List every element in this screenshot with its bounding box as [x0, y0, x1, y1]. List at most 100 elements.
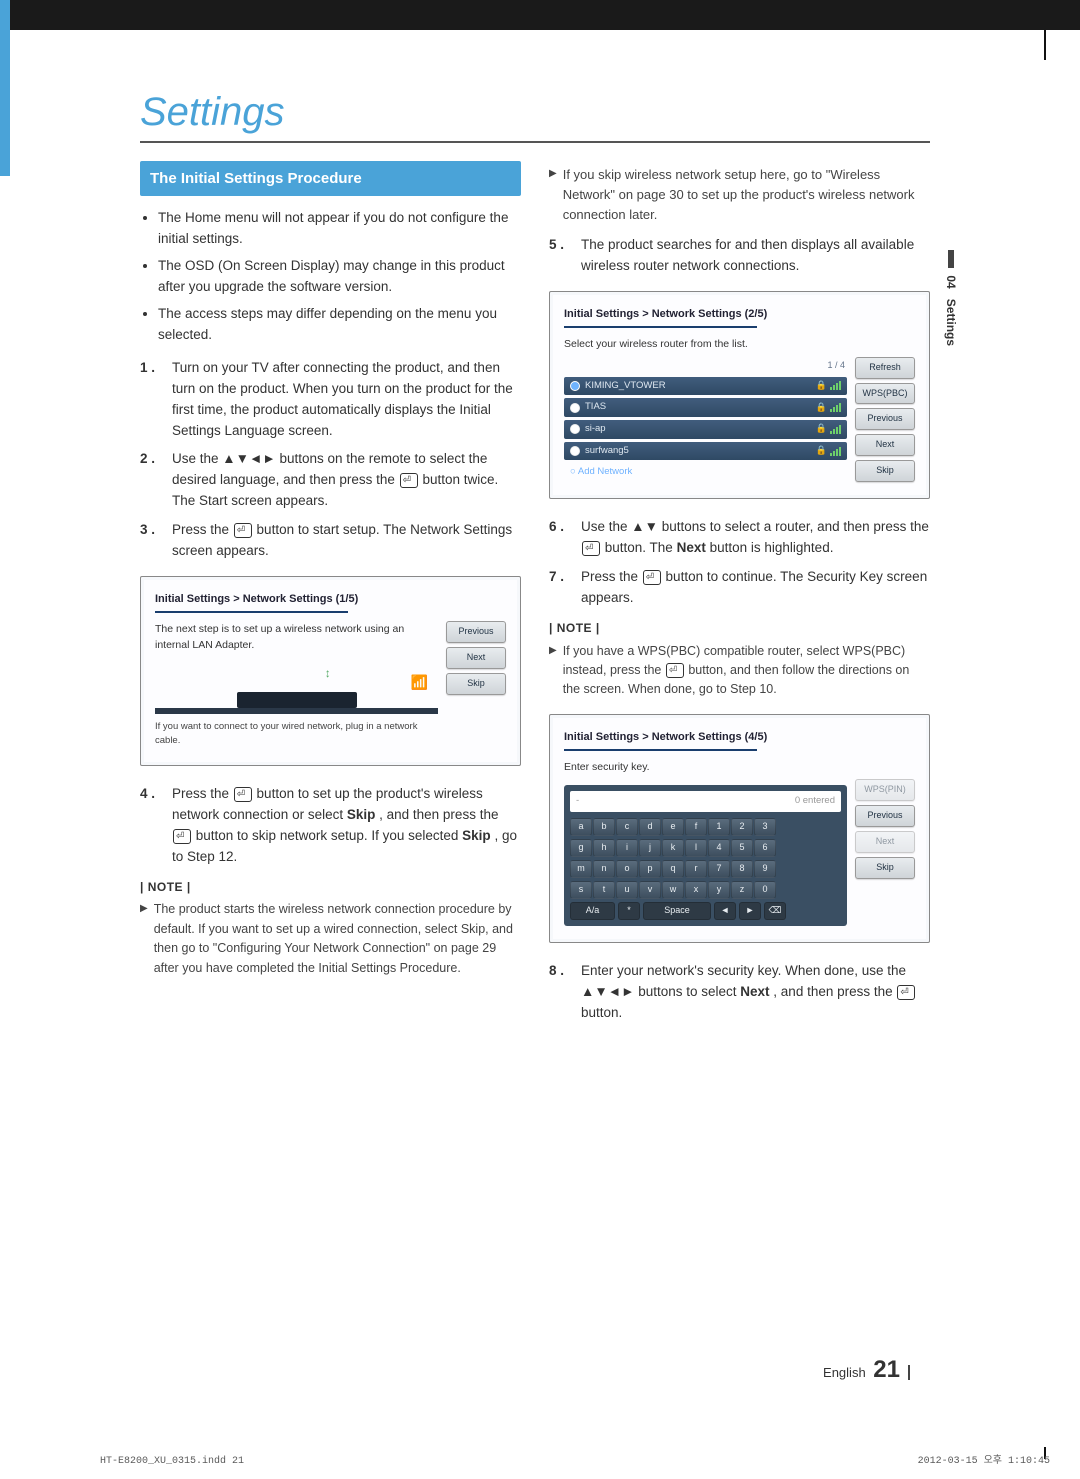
space-key[interactable]: Space — [643, 902, 711, 920]
step-6: 6 . Use the ▲▼ buttons to select a route… — [549, 517, 930, 559]
router-item[interactable]: KIMING_VTOWER 🔒 — [564, 377, 847, 396]
enter-icon — [643, 570, 661, 585]
previous-button[interactable]: Previous — [446, 621, 506, 643]
right-key[interactable]: ► — [739, 902, 761, 920]
key[interactable]: 5 — [731, 839, 753, 857]
page-number: 21 — [873, 1356, 900, 1383]
key[interactable]: u — [616, 881, 638, 899]
pagination-count: 1 / 4 — [566, 359, 845, 373]
key[interactable]: k — [662, 839, 684, 857]
enter-icon — [582, 541, 600, 556]
next-button[interactable]: Next — [446, 647, 506, 669]
key[interactable]: 6 — [754, 839, 776, 857]
previous-button[interactable]: Previous — [855, 805, 915, 827]
key[interactable]: x — [685, 881, 707, 899]
side-tab: 04 Settings — [944, 250, 958, 346]
key[interactable]: 3 — [754, 818, 776, 836]
key[interactable]: l — [685, 839, 707, 857]
key[interactable]: h — [593, 839, 615, 857]
key[interactable]: 1 — [708, 818, 730, 836]
radio-icon — [570, 403, 580, 413]
step-7: 7 . Press the button to continue. The Se… — [549, 567, 930, 609]
osd-breadcrumb: Initial Settings > Network Settings (4/5… — [564, 729, 915, 746]
radio-icon — [570, 381, 580, 391]
crop-mark — [1044, 30, 1046, 60]
accent-bar — [0, 0, 10, 1465]
note-heading: | NOTE | — [549, 619, 930, 638]
key[interactable]: 9 — [754, 860, 776, 878]
key[interactable]: 0 — [754, 881, 776, 899]
key[interactable]: c — [616, 818, 638, 836]
key[interactable]: n — [593, 860, 615, 878]
radio-icon — [570, 446, 580, 456]
signal-icon — [830, 381, 841, 390]
note-item: ▶ If you have a WPS(PBC) compatible rout… — [549, 642, 930, 700]
triangle-bullet-icon: ▶ — [549, 165, 557, 225]
step-8: 8 . Enter your network's security key. W… — [549, 961, 930, 1024]
key[interactable]: 7 — [708, 860, 730, 878]
osd-text: If you want to connect to your wired net… — [155, 720, 438, 749]
delete-key[interactable]: ⌫ — [764, 902, 786, 920]
note-item: ▶ The product starts the wireless networ… — [140, 900, 521, 978]
key[interactable]: t — [593, 881, 615, 899]
refresh-button[interactable]: Refresh — [855, 357, 915, 379]
key[interactable]: j — [639, 839, 661, 857]
wps-pin-button[interactable]: WPS(PIN) — [855, 779, 915, 801]
osd-screenshot-2: Initial Settings > Network Settings (2/5… — [549, 291, 930, 499]
left-key[interactable]: ◄ — [714, 902, 736, 920]
skip-button[interactable]: Skip — [855, 460, 915, 482]
key[interactable]: r — [685, 860, 707, 878]
enter-icon — [897, 985, 915, 1000]
footer-language: English — [823, 1365, 866, 1380]
lock-icon: 🔒 — [816, 379, 827, 393]
key[interactable]: p — [639, 860, 661, 878]
router-item[interactable]: surfwang5 🔒 — [564, 442, 847, 461]
intro-bullet: The Home menu will not appear if you do … — [158, 208, 521, 250]
key[interactable]: i — [616, 839, 638, 857]
skip-button[interactable]: Skip — [855, 857, 915, 879]
key[interactable]: q — [662, 860, 684, 878]
key[interactable]: f — [685, 818, 707, 836]
right-column: ▶ If you skip wireless network setup her… — [549, 161, 930, 1031]
lock-icon: 🔒 — [816, 401, 827, 415]
osd-screenshot-1: Initial Settings > Network Settings (1/5… — [140, 576, 521, 766]
security-key-input[interactable]: - 0 entered — [570, 791, 841, 812]
note-heading: | NOTE | — [140, 878, 521, 897]
skip-button[interactable]: Skip — [446, 673, 506, 695]
key[interactable]: y — [708, 881, 730, 899]
key[interactable]: b — [593, 818, 615, 836]
key[interactable]: 4 — [708, 839, 730, 857]
key[interactable]: v — [639, 881, 661, 899]
section-heading: The Initial Settings Procedure — [140, 161, 521, 196]
key[interactable]: a — [570, 818, 592, 836]
key[interactable]: 8 — [731, 860, 753, 878]
key[interactable]: s — [570, 881, 592, 899]
add-network[interactable]: ○ Add Network — [564, 463, 847, 482]
router-item[interactable]: TIAS 🔒 — [564, 398, 847, 417]
enter-icon — [400, 473, 418, 488]
previous-button[interactable]: Previous — [855, 408, 915, 430]
wps-pbc-button[interactable]: WPS(PBC) — [855, 383, 915, 405]
shift-key[interactable]: A/a — [570, 902, 615, 920]
next-button[interactable]: Next — [855, 831, 915, 853]
enter-icon — [173, 829, 191, 844]
star-key[interactable]: * — [618, 902, 640, 920]
osd-breadcrumb: Initial Settings > Network Settings (2/5… — [564, 306, 915, 323]
step-4: 4 . Press the button to set up the produ… — [140, 784, 521, 868]
key[interactable]: 2 — [731, 818, 753, 836]
key[interactable]: e — [662, 818, 684, 836]
key[interactable]: g — [570, 839, 592, 857]
lock-icon: 🔒 — [816, 444, 827, 458]
key[interactable]: m — [570, 860, 592, 878]
next-button[interactable]: Next — [855, 434, 915, 456]
left-column: The Initial Settings Procedure The Home … — [140, 161, 521, 1031]
router-item[interactable]: si-ap 🔒 — [564, 420, 847, 439]
key[interactable]: z — [731, 881, 753, 899]
router-icon: 📶 — [411, 672, 428, 694]
page-title: Settings — [140, 90, 930, 143]
key[interactable]: w — [662, 881, 684, 899]
key[interactable]: d — [639, 818, 661, 836]
enter-icon — [234, 787, 252, 802]
step-5: 5 . The product searches for and then di… — [549, 235, 930, 277]
key[interactable]: o — [616, 860, 638, 878]
